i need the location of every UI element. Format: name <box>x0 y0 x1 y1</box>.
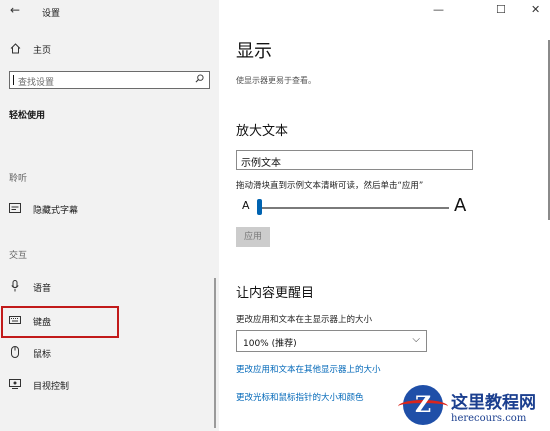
chevron-down-icon: ⌵ <box>412 334 420 345</box>
sidebar-item-label: 语音 <box>33 284 52 294</box>
sample-text: 示例文本 <box>241 158 281 169</box>
sidebar-item-speech[interactable]: 语音 <box>9 278 149 296</box>
highlight-box <box>1 306 119 338</box>
captions-icon <box>9 203 21 213</box>
slider-max-label: A <box>454 195 467 216</box>
slider-min-label: A <box>242 199 250 212</box>
settings-sidebar: ← 设置 主页 查找设置 轻松使用 聆听 隐藏式字幕 交互 语音 键盘 鼠标 目… <box>0 0 219 431</box>
sidebar-item-label: 目视控制 <box>33 382 70 392</box>
sidebar-item-captions[interactable]: 隐藏式字幕 <box>9 200 149 218</box>
page-title: 显示 <box>236 41 272 62</box>
watermark-url: herecours.com <box>451 413 527 424</box>
maximize-button[interactable]: ☐ <box>496 3 506 16</box>
link-other-displays[interactable]: 更改应用和文本在其他显示器上的大小 <box>236 363 381 375</box>
size-dropdown-label: 更改应用和文本在主显示器上的大小 <box>236 315 373 325</box>
text-size-slider-thumb[interactable] <box>257 199 262 215</box>
window-title: 设置 <box>42 9 61 19</box>
make-bigger-heading: 让内容更醒目 <box>236 286 315 301</box>
sidebar-item-label: 隐藏式字幕 <box>33 206 79 216</box>
settings-content: — ☐ ✕ 显示 使显示器更易于查看。 放大文本 示例文本 拖动滑块直到示例文本… <box>219 0 550 431</box>
home-icon <box>10 43 21 54</box>
link-cursor-size[interactable]: 更改光标和鼠标指针的大小和颜色 <box>236 391 364 403</box>
size-dropdown[interactable]: 100% (推荐) ⌵ <box>236 330 427 352</box>
section-heading-listening: 聆听 <box>9 174 28 184</box>
section-heading-interaction: 交互 <box>9 251 28 261</box>
text-size-slider-track[interactable] <box>259 207 449 209</box>
enlarge-text-heading: 放大文本 <box>236 124 289 139</box>
apply-button[interactable]: 应用 <box>236 227 270 247</box>
page-subtitle: 使显示器更易于查看。 <box>236 76 316 85</box>
close-button[interactable]: ✕ <box>531 3 540 16</box>
search-input[interactable]: 查找设置 <box>9 71 210 89</box>
sidebar-home-label: 主页 <box>33 46 52 56</box>
sidebar-item-label: 鼠标 <box>33 350 52 360</box>
minimize-button[interactable]: — <box>433 3 444 16</box>
back-arrow-icon[interactable]: ← <box>10 3 20 17</box>
search-placeholder: 查找设置 <box>18 78 55 88</box>
mouse-icon <box>11 346 19 358</box>
microphone-icon <box>11 280 19 292</box>
slider-hint: 拖动滑块直到示例文本清晰可读，然后单击“应用” <box>236 181 424 191</box>
size-dropdown-value: 100% (推荐) <box>243 339 297 349</box>
search-icon[interactable] <box>195 74 204 83</box>
eye-control-icon <box>9 379 21 389</box>
sidebar-home[interactable]: 主页 <box>9 40 129 58</box>
watermark-title: 这里教程网 <box>451 393 536 413</box>
sample-text-box: 示例文本 <box>236 150 473 170</box>
sidebar-scrollbar[interactable] <box>214 278 216 428</box>
sidebar-item-mouse[interactable]: 鼠标 <box>9 344 149 362</box>
watermark-logo-letter: Z <box>415 392 432 418</box>
sidebar-item-eye-control[interactable]: 目视控制 <box>9 376 149 394</box>
text-caret <box>13 75 14 85</box>
sidebar-category: 轻松使用 <box>9 111 46 121</box>
